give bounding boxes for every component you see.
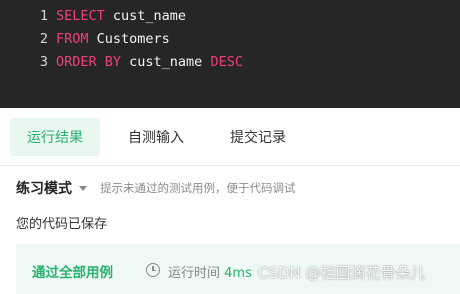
caret-down-icon[interactable] [79, 185, 87, 191]
code-editor[interactable]: 1 SELECT cust_name 2 FROM Customers 3 OR… [0, 0, 460, 108]
line-number: 1 [39, 7, 48, 24]
clock-icon [146, 263, 160, 277]
mode-hint: 提示未通过的测试用例，便于代码调试 [100, 181, 296, 195]
tab-self-test-input[interactable]: 自测输入 [110, 118, 202, 156]
tab-run-result[interactable]: 运行结果 [10, 118, 100, 156]
code-line[interactable]: 2 FROM Customers [0, 27, 460, 50]
saved-status: 您的代码已保存 [16, 217, 108, 232]
tab-submission-history[interactable]: 提交记录 [212, 118, 304, 156]
sql-identifier: cust_name [104, 7, 187, 24]
result-tabs: 运行结果 自测输入 提交记录 [0, 108, 460, 166]
line-number: 2 [39, 30, 48, 47]
sql-keyword: FROM [56, 30, 89, 47]
sql-keyword: SELECT [56, 7, 105, 24]
sql-keyword: DESC [210, 53, 243, 70]
code-line[interactable]: 3 ORDER BY cust_name DESC [0, 50, 460, 73]
pass-status: 通过全部用例 [32, 265, 113, 281]
runtime-label: 运行时间 [168, 266, 221, 281]
mode-selector[interactable]: 练习模式 提示未通过的测试用例，便于代码调试 [16, 178, 296, 198]
sql-identifier: Customers [88, 30, 170, 47]
line-number: 3 [39, 53, 48, 70]
runtime: 运行时间 4ms [168, 262, 252, 281]
watermark: CSDN @祖国滴花骨朵儿 [258, 264, 426, 282]
sql-keyword: ORDER BY [56, 53, 122, 70]
sql-identifier: cust_name [121, 53, 211, 70]
runtime-value: 4ms [224, 266, 252, 281]
mode-label: 练习模式 [16, 181, 72, 197]
code-line[interactable]: 1 SELECT cust_name [0, 4, 460, 27]
